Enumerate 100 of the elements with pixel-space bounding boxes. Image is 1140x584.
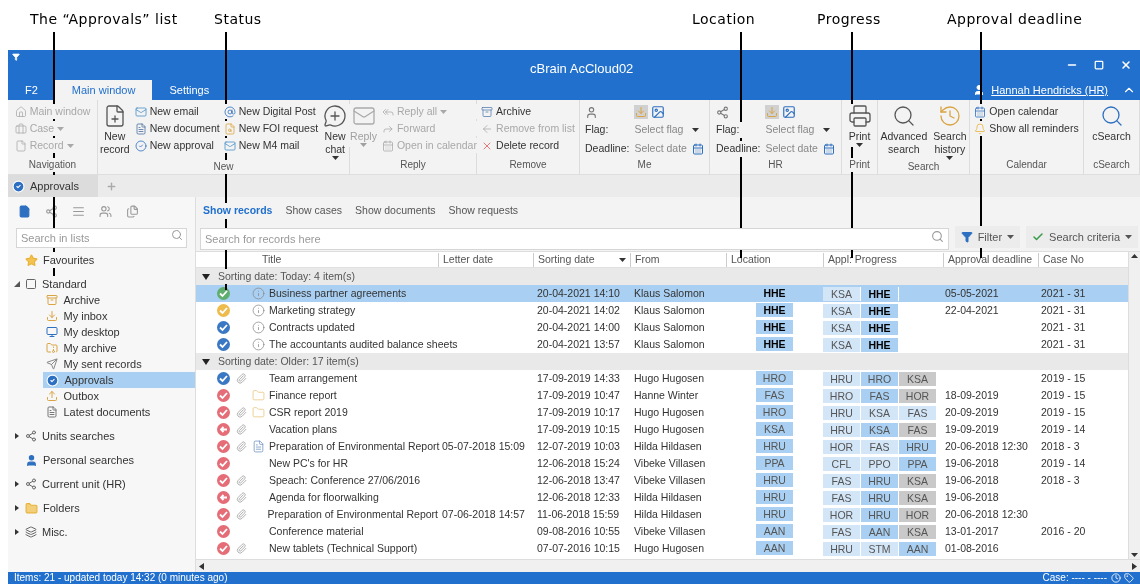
ribbon-group-label: Navigation	[28, 158, 77, 172]
progress-step: HRU	[823, 422, 861, 437]
horizontal-scrollbar[interactable]	[196, 559, 1140, 572]
ribbon-button[interactable]: New record	[98, 104, 131, 156]
network-icon	[25, 478, 37, 490]
person-icon	[973, 84, 986, 96]
tree-item[interactable]: Approvals	[43, 372, 195, 388]
network-icon[interactable]	[45, 204, 58, 218]
document-tab[interactable]: Approvals	[8, 175, 98, 197]
view-tab[interactable]: Show requests	[448, 203, 519, 219]
search-criteria-button[interactable]: Search criteria	[1026, 226, 1138, 248]
download-icon	[46, 310, 59, 322]
table-row[interactable]: Business partner agreements 20-04-2021 14:10 Klaus Salomon HHE KSA HHE 05-05-2021 2021 - 31	[196, 285, 1128, 302]
sender-cell: Hilda Hildasen	[634, 507, 702, 520]
column-header[interactable]: Title	[256, 251, 282, 268]
ribbon-button[interactable]: New document	[134, 121, 220, 136]
ribbon-button[interactable]: New FOI request	[223, 121, 319, 136]
column-header[interactable]: Case No	[1043, 251, 1084, 268]
ribbon-button[interactable]: Search history	[932, 104, 968, 160]
menu-tab[interactable]: F2	[8, 80, 55, 100]
table-row[interactable]: Contracts updated 20-04-2021 14:00 Klaus Salomon HHE KSA HHE 2021 - 31	[196, 319, 1128, 336]
flag-toggle[interactable]	[634, 105, 649, 120]
collapse-arrow-icon[interactable]	[14, 281, 20, 287]
table-row[interactable]: New tablets (Technical Support) 07-07-2016 10:15 Hugo Hugosen AAN HRU STM AAN 01-08-2016	[196, 540, 1128, 557]
people-icon[interactable]	[99, 204, 112, 218]
briefcase-icon	[14, 122, 27, 135]
info-icon	[252, 304, 265, 317]
ribbon-button[interactable]: Show all reminders	[974, 121, 1079, 136]
column-header[interactable]: Letter date	[443, 251, 494, 268]
sender-cell: Vibeke Villasen	[634, 473, 706, 486]
tree-item[interactable]: Favourites	[22, 252, 95, 268]
table-row[interactable]: New PC's for HR 12-06-2018 15:24 Vibeke Villasen PPA CFL PPO PPA 19-06-2018 2019 - 14	[196, 455, 1128, 472]
tree-item[interactable]: Misc.	[22, 524, 68, 540]
search-field[interactable]: Search in lists	[16, 228, 187, 248]
sender-cell: Hugo Hugosen	[634, 541, 705, 554]
ribbon-button[interactable]: New Digital Post	[223, 104, 319, 119]
sender-cell: Hilda Hildasen	[634, 490, 702, 503]
view-tab[interactable]: Show records	[203, 203, 273, 219]
expand-arrow-icon[interactable]	[14, 505, 20, 511]
table-row[interactable]: Team arrangement 17-09-2019 14:33 Hugo Hugosen HRO HRU HRO KSA 2019 - 15	[196, 370, 1128, 387]
table-row[interactable]: Conference material 09-08-2016 10:55 Vibeke Villasen AAN FAS AAN KSA 13-01-2017 2016 - 20	[196, 523, 1128, 540]
document-icon[interactable]	[18, 204, 31, 218]
scroll-left-icon[interactable]	[199, 562, 204, 570]
table-row[interactable]: Vacation plans 17-09-2019 10:15 Hugo Hugosen KSA HRU KSA FAS 19-09-2019 2019 - 14	[196, 421, 1128, 438]
progress-step: HOR	[899, 507, 937, 522]
ribbon-button[interactable]: New chat	[322, 104, 349, 160]
date-cell: 12-07-2019 10:03	[537, 439, 620, 452]
ribbon-button[interactable]: Print	[846, 104, 873, 147]
tree-item[interactable]: Folders	[22, 500, 80, 516]
flag-toggle[interactable]	[765, 105, 780, 120]
documents-icon[interactable]	[126, 204, 139, 218]
progress-step: HOR	[823, 439, 861, 454]
user-link[interactable]: Hannah Hendricks (HR)	[991, 81, 1108, 99]
search-field[interactable]: Search for records here	[200, 228, 949, 250]
ribbon-button[interactable]: cSearch	[1091, 104, 1132, 143]
title-cell-text: Speach: Conference 27/06/2016	[269, 472, 421, 488]
list-icon[interactable]	[72, 204, 85, 218]
date-cell: 17-09-2019 10:15	[537, 422, 620, 435]
table-row[interactable]: Preparation of Environmental Report 05-07-2018 15:09 12-07-2019 10:03 Hilda Hildasen HRU HOR FAS HRU 20-06-2018 12:30 2018 - 3	[196, 438, 1128, 455]
table-row[interactable]: The accountants audited balance sheets 20-04-2021 13:57 Klaus Salomon HHE KSA HHE 2021 - 31	[196, 336, 1128, 353]
column-header[interactable]: Sorting date	[538, 251, 595, 268]
person-icon	[25, 453, 38, 467]
progress-step: HRU	[823, 405, 861, 420]
table-row[interactable]: CSR report 2019 17-09-2019 10:17 Hugo Hugosen HRO HRU KSA FAS 20-09-2019 2019 - 15	[196, 404, 1128, 421]
column-header[interactable]: Approval deadline	[948, 251, 1033, 268]
calendar-icon	[381, 139, 394, 152]
calendar-icon	[822, 143, 835, 156]
table-row[interactable]: Agenda for floorwalking 12-06-2018 12:33 Hilda Hildasen HRU FAS HRU KSA 19-06-2018	[196, 489, 1128, 506]
ribbon-button[interactable]: Advanced search	[879, 104, 929, 156]
table-row[interactable]: Speach: Conference 27/06/2016 12-06-2018 13:47 Vibeke Villasen HRU FAS HRU KSA 19-06-2018 2018 - 3	[196, 472, 1128, 489]
table-row[interactable]: Finance report 17-09-2019 10:47 Hanne Winter FAS HRO FAS HOR 18-09-2019 2019 - 15	[196, 387, 1128, 404]
network-icon	[716, 105, 730, 119]
location-badge: PPA	[756, 455, 793, 470]
scroll-right-icon[interactable]	[1132, 562, 1137, 570]
callout-label: Approval deadline	[947, 10, 1083, 29]
column-header[interactable]: From	[635, 251, 660, 268]
filter-button[interactable]: Filter	[954, 226, 1021, 248]
sender-cell: Klaus Salomon	[634, 320, 705, 333]
vertical-scrollbar[interactable]	[1128, 252, 1140, 559]
date-cell: 20-04-2021 14:00	[537, 320, 620, 333]
table-row[interactable]: Marketing strategy 20-04-2021 14:02 Klaus Salomon HHE KSA HHE 22-04-2021 2021 - 31	[196, 302, 1128, 319]
expand-arrow-icon[interactable]	[14, 433, 20, 439]
close-icon[interactable]	[1120, 59, 1132, 71]
progress-step: FAS	[861, 439, 899, 454]
progress-step: HRU	[861, 490, 899, 505]
collapse-arrow-icon[interactable]	[202, 358, 210, 365]
deadline-cell: 20-09-2019	[945, 405, 999, 418]
menu-tab[interactable]: Settings	[152, 80, 227, 100]
column-header[interactable]: Appl: Progress	[828, 251, 897, 268]
progress-step: AAN	[861, 524, 899, 539]
expand-arrow-icon[interactable]	[14, 481, 20, 487]
maximize-icon[interactable]	[1094, 60, 1104, 70]
title-cell-text: New tablets (Technical Support)	[269, 540, 418, 556]
collapse-arrow-icon[interactable]	[202, 273, 210, 280]
table-row[interactable]: Preparation of Environmental Report 07-06-2018 14:57 11-06-2018 15:59 Hilda Hildasen HRU HOR HRU HOR 20-06-2018 12:30	[196, 506, 1128, 523]
callout-label: Location	[692, 10, 756, 29]
menu-tab[interactable]: Main window	[54, 80, 153, 100]
folder-icon	[252, 406, 265, 419]
column-header[interactable]: Location	[731, 251, 771, 268]
expand-arrow-icon[interactable]	[14, 529, 20, 535]
